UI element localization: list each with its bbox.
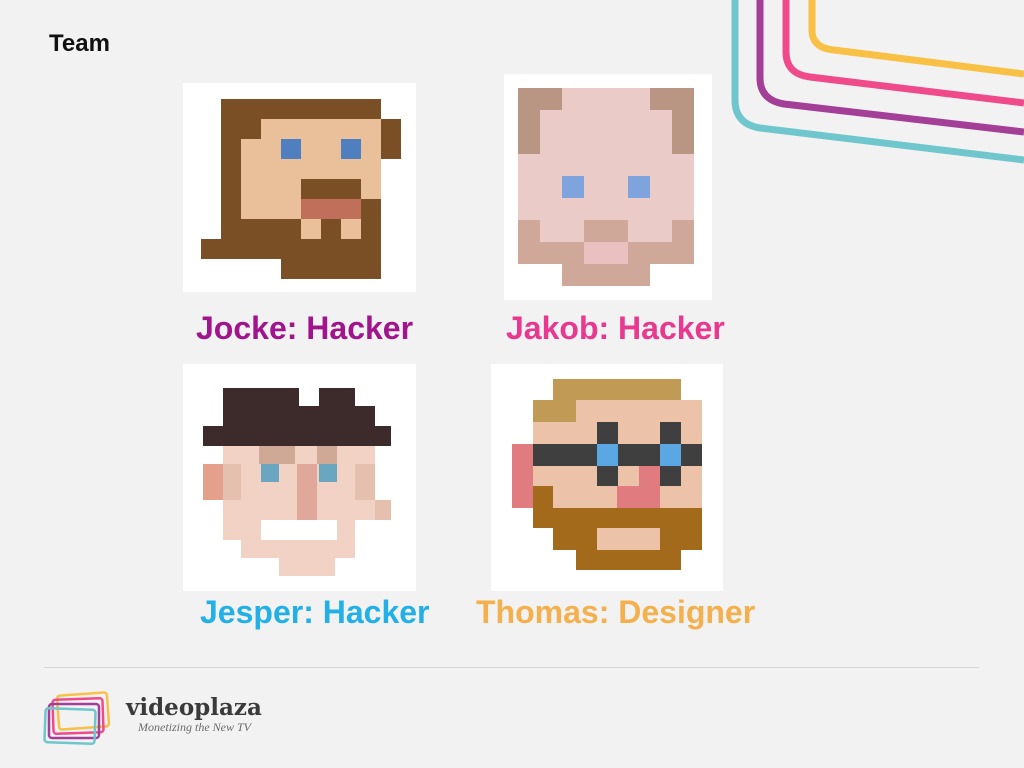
- pixel-hat-face-icon: [203, 388, 391, 576]
- pixel-glasses-face-icon: [512, 379, 702, 570]
- avatar-thomas: [491, 364, 723, 591]
- stacked-screens-logo-icon: [43, 691, 111, 746]
- brand-tagline: Monetizing the New TV: [138, 720, 251, 734]
- brand-name: videoplaza: [126, 694, 262, 721]
- member-name-jocke: Jocke: Hacker: [196, 310, 414, 346]
- member-name-jesper: Jesper: Hacker: [200, 594, 430, 630]
- footer-divider: [44, 667, 979, 668]
- avatar-jakob: [504, 74, 712, 300]
- avatar-jocke: [183, 83, 416, 292]
- pixel-pig-face-icon: [518, 88, 694, 286]
- slide-title: Team: [49, 30, 110, 57]
- member-name-jakob: Jakob: Hacker: [506, 310, 725, 346]
- pixel-bearded-face-icon: [201, 99, 401, 279]
- member-name-thomas: Thomas: Designer: [476, 594, 756, 630]
- avatar-jesper: [183, 364, 416, 591]
